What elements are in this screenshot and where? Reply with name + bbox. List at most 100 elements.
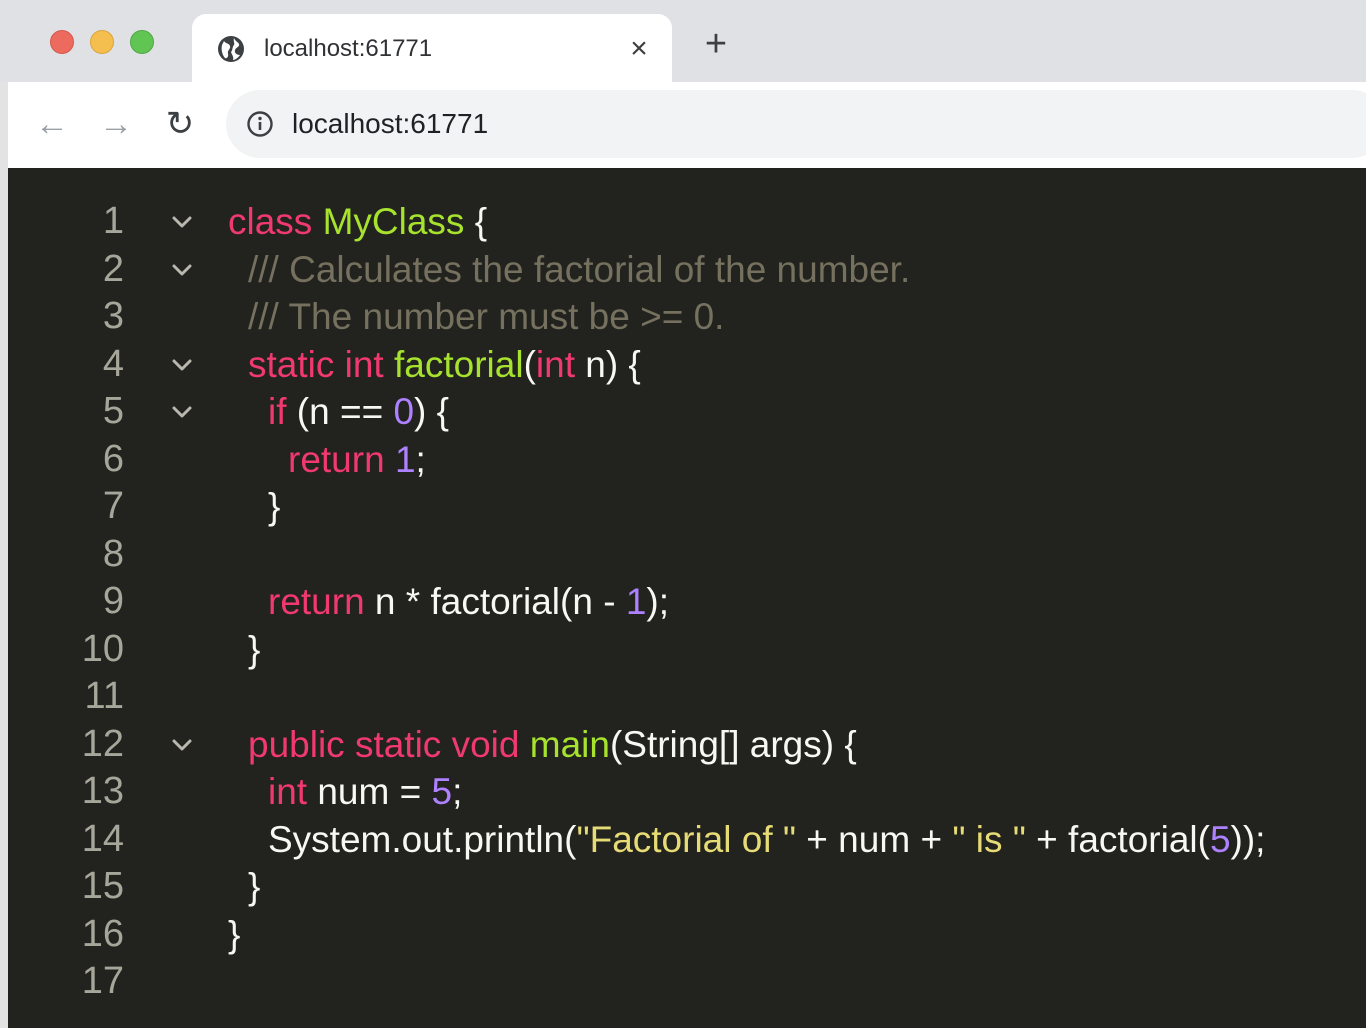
- code-token: return: [268, 581, 365, 622]
- code-line[interactable]: 9 return n * factorial(n - 1);: [8, 578, 1366, 626]
- code-token: num =: [307, 771, 432, 812]
- window-close-button[interactable]: [50, 30, 74, 54]
- tab-title: localhost:61771: [264, 35, 433, 62]
- code-token: }: [248, 628, 261, 670]
- code-token: if: [268, 391, 287, 432]
- line-number: 1: [102, 200, 124, 242]
- code-line[interactable]: 17: [8, 958, 1366, 1006]
- info-icon[interactable]: [246, 110, 274, 138]
- reload-icon[interactable]: ↻: [162, 106, 198, 142]
- code-text: class MyClass {: [228, 198, 487, 246]
- code-token: /// Calculates the factorial of the numb…: [248, 248, 911, 290]
- code-token: );: [646, 581, 669, 622]
- code-token: int: [535, 343, 575, 385]
- code-line[interactable]: 14 System.out.println("Factorial of " + n…: [8, 816, 1366, 864]
- code-text: return n * factorial(n - 1);: [268, 578, 669, 626]
- chevron-down-icon[interactable]: [168, 731, 196, 759]
- code-line[interactable]: 15}: [8, 863, 1366, 911]
- code-token: 5: [431, 771, 453, 812]
- code-token: (: [523, 343, 536, 385]
- close-icon[interactable]: ×: [622, 32, 656, 66]
- code-token: (n ==: [286, 391, 394, 432]
- chevron-down-icon[interactable]: [168, 256, 196, 284]
- code-line[interactable]: 10}: [8, 626, 1366, 674]
- line-number: 8: [102, 532, 124, 575]
- code-line[interactable]: 1 class MyClass {: [8, 198, 1366, 246]
- line-number: 17: [81, 960, 124, 1002]
- code-text: if (n == 0) {: [268, 388, 449, 436]
- window-zoom-button[interactable]: [130, 30, 154, 54]
- back-arrow-icon[interactable]: ←: [34, 106, 70, 142]
- line-number: 2: [102, 247, 124, 290]
- tab-strip: localhost:61771 × +: [0, 0, 1366, 82]
- code-token: public static void: [248, 723, 530, 765]
- line-number: 7: [102, 485, 124, 527]
- code-text: }: [268, 483, 280, 531]
- code-token: ) {: [414, 391, 449, 432]
- code-text: /// The number must be >= 0.: [248, 293, 724, 341]
- code-line[interactable]: 8: [8, 531, 1366, 579]
- line-number: 6: [102, 437, 124, 480]
- code-line[interactable]: 12 public static void main(String[] args)…: [8, 721, 1366, 769]
- code-token: 5: [1209, 818, 1231, 860]
- code-token: }: [268, 486, 281, 527]
- code-token: MyClass: [322, 201, 465, 242]
- code-line[interactable]: 2 /// Calculates the factorial of the num…: [8, 246, 1366, 294]
- chevron-down-icon[interactable]: [168, 398, 196, 426]
- code-token: }: [248, 866, 261, 907]
- line-number: 11: [84, 675, 124, 717]
- window-minimize-button[interactable]: [90, 30, 114, 54]
- code-text: }: [248, 863, 260, 911]
- code-token: main: [529, 723, 610, 765]
- code-line[interactable]: 13 int num = 5;: [8, 768, 1366, 816]
- code-line[interactable]: 5 if (n == 0) {: [8, 388, 1366, 436]
- code-line[interactable]: 16}: [8, 911, 1366, 959]
- code-token: ;: [415, 438, 426, 480]
- address-bar[interactable]: localhost:61771: [226, 90, 1366, 158]
- code-token: {: [464, 201, 488, 242]
- line-number: 3: [102, 295, 124, 337]
- code-line[interactable]: 11: [8, 673, 1366, 721]
- line-number: 13: [81, 770, 124, 812]
- code-text: /// Calculates the factorial of the numb…: [248, 246, 910, 294]
- code-token: ));: [1230, 818, 1266, 860]
- url-text[interactable]: localhost:61771: [292, 108, 488, 140]
- code-token: + factorial(: [1025, 818, 1210, 860]
- line-number: 5: [102, 390, 124, 432]
- chevron-down-icon[interactable]: [168, 208, 196, 236]
- code-line[interactable]: 3 /// The number must be >= 0.: [8, 293, 1366, 341]
- code-token: " is ": [952, 818, 1026, 860]
- browser-toolbar: ← → ↻ localhost:61771: [0, 82, 1366, 168]
- code-token: /// The number must be >= 0.: [248, 296, 725, 337]
- code-editor[interactable]: 1 class MyClass {2/// Calculates the fact…: [8, 168, 1366, 1028]
- code-token: 1: [394, 438, 416, 480]
- code-line[interactable]: 6 return 1;: [8, 436, 1366, 484]
- code-text: return 1;: [288, 436, 426, 484]
- forward-arrow-icon[interactable]: →: [98, 106, 134, 142]
- code-text: public static void main(String[] args) {: [248, 721, 857, 769]
- code-token: class: [228, 201, 323, 242]
- line-number: 9: [102, 580, 124, 622]
- line-number: 10: [81, 627, 124, 670]
- code-token: int: [268, 771, 308, 812]
- plus-icon[interactable]: +: [700, 25, 732, 63]
- chevron-down-icon[interactable]: [168, 351, 196, 379]
- code-token: return: [288, 438, 395, 480]
- code-token: static int: [248, 343, 394, 385]
- window-edge: [0, 82, 8, 1028]
- code-text: static int factorial(int n) {: [248, 341, 641, 389]
- code-text: System.out.println("Factorial of " + num…: [268, 816, 1265, 864]
- line-number: 4: [102, 342, 124, 385]
- code-text: }: [228, 911, 240, 959]
- code-text: }: [248, 626, 260, 674]
- code-line[interactable]: 4 static int factorial(int n) {: [8, 341, 1366, 389]
- line-number: 12: [81, 722, 124, 765]
- globe-icon: [218, 36, 244, 62]
- line-number: 16: [81, 912, 124, 955]
- browser-tab[interactable]: localhost:61771 ×: [192, 14, 672, 82]
- line-number: 15: [81, 865, 124, 907]
- code-token: factorial: [394, 343, 524, 385]
- code-token: 0: [393, 391, 415, 432]
- code-token: 1: [625, 581, 647, 622]
- code-line[interactable]: 7}: [8, 483, 1366, 531]
